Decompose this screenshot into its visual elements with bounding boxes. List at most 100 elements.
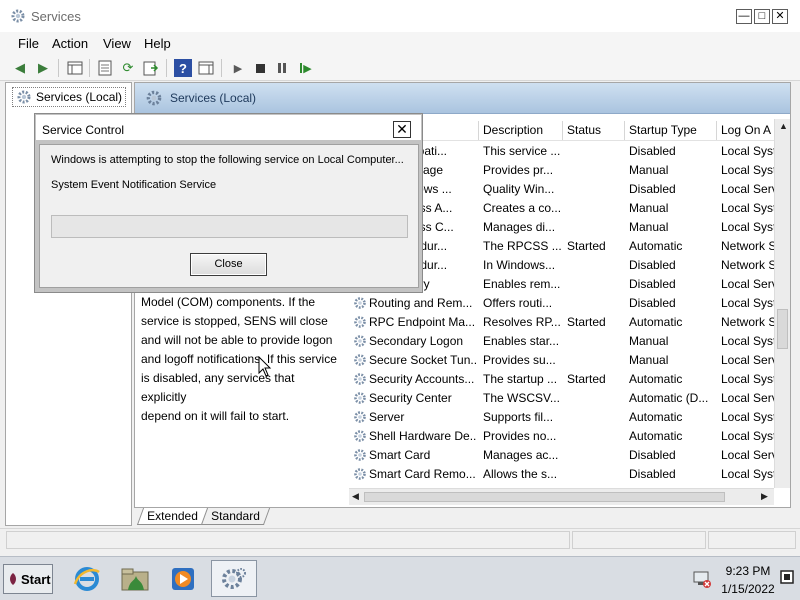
status-segment (572, 531, 706, 549)
cell-name: Shell Hardware De... (369, 429, 477, 443)
menu-bar: File Action View Help (0, 32, 800, 54)
cell-description: Creates a co... (483, 201, 562, 215)
cell-description: The startup ... (483, 372, 558, 386)
cell-name: Smart Card (369, 448, 431, 462)
cell-startup: Manual (629, 201, 669, 215)
description-line: service is stopped, SENS will close (141, 314, 328, 328)
tree-item-services-local[interactable]: Services (Local) (12, 87, 127, 107)
menu-file[interactable]: File (18, 36, 39, 51)
dialog-title: Service Control (42, 123, 125, 137)
vertical-scrollbar[interactable]: ▲ (774, 119, 790, 488)
services-icon[interactable] (211, 560, 257, 597)
title-bar[interactable]: Services — □ ✕ (0, 0, 800, 32)
cell-name: Smart Card Remo... (369, 467, 476, 481)
table-row[interactable]: Secondary Logon Enables star... Manual Loca… (349, 332, 789, 351)
window-title: Services (31, 9, 81, 24)
toolbar: ◀ ▶ ⟳ ? ▶ ▶ (0, 54, 800, 81)
restart-service-icon[interactable]: ▶ (297, 59, 315, 77)
properties-icon[interactable] (96, 59, 114, 77)
start-service-icon[interactable]: ▶ (229, 59, 247, 77)
cell-description: Allows the s... (483, 467, 558, 481)
table-row[interactable]: Shell Hardware De... Provides no... Automa… (349, 427, 789, 446)
tab-extended[interactable]: Extended (136, 508, 208, 525)
taskbar: Start 9:23 PM 1/15/2022 (0, 556, 800, 600)
stop-service-icon[interactable] (251, 59, 269, 77)
cell-startup: Automatic (D... (629, 391, 709, 405)
maximize-button[interactable]: □ (754, 9, 770, 24)
vertical-scroll-thumb[interactable] (777, 309, 788, 349)
cell-description: Provides su... (483, 353, 556, 367)
cell-description: In Windows... (483, 258, 556, 272)
horizontal-scroll-thumb[interactable] (364, 492, 725, 502)
description-line: and logoff notifications. If this servic… (141, 352, 337, 366)
show-hide-action-pane-icon[interactable] (197, 59, 215, 77)
cell-status: Started (567, 239, 606, 253)
table-row[interactable]: SNMP TrapReceives tra...DisabledLocal Se… (349, 484, 789, 487)
service-gear-icon (354, 297, 366, 309)
menu-help[interactable]: Help (144, 36, 171, 51)
scroll-up-icon[interactable]: ▲ (779, 121, 788, 131)
cell-startup: Automatic (629, 372, 683, 386)
dialog-close-button[interactable]: ✕ (393, 121, 411, 138)
cell-startup: Manual (629, 163, 669, 177)
close-dialog-button[interactable]: Close (190, 253, 267, 276)
cell-name: Server (369, 410, 405, 424)
help-icon[interactable]: ? (174, 59, 192, 77)
table-row[interactable]: Smart Card Remo... Allows the s... Disable… (349, 465, 789, 484)
export-list-icon[interactable] (142, 59, 160, 77)
dialog-body: Windows is attempting to stop the follow… (39, 144, 419, 288)
service-gear-icon (353, 486, 367, 487)
cell-startup: Automatic (629, 315, 683, 329)
service-gear-icon (354, 316, 366, 328)
network-error-icon[interactable] (692, 569, 712, 589)
cell-startup: Disabled (629, 258, 676, 272)
close-button[interactable]: ✕ (772, 9, 788, 24)
table-row[interactable]: Security Center The WSCSV... Automatic (D.… (349, 389, 789, 408)
tab-standard[interactable]: Standard (200, 508, 270, 525)
cell-description: Enables star... (483, 334, 560, 348)
show-hide-console-tree-icon[interactable] (66, 59, 84, 77)
refresh-icon[interactable]: ⟳ (119, 59, 137, 77)
dialog-title-bar[interactable]: Service Control ✕ (36, 115, 421, 140)
start-button[interactable]: Start (3, 564, 53, 594)
mouse-cursor-icon (258, 356, 272, 377)
clock-date[interactable]: 1/15/2022 (718, 582, 778, 596)
table-row[interactable]: Smart Card Manages ac... Disabled Local Ser… (349, 446, 789, 465)
service-gear-icon (354, 468, 366, 480)
column-header-status[interactable]: Status (563, 121, 625, 140)
cell-startup: Disabled (629, 467, 676, 481)
horizontal-scrollbar[interactable]: ◀ ▶ (349, 488, 774, 505)
menu-view[interactable]: View (103, 36, 131, 51)
service-control-dialog: Service Control ✕ Windows is attempting … (34, 113, 423, 293)
file-explorer-icon[interactable] (112, 560, 158, 597)
cell-startup: Manual (629, 353, 669, 367)
forward-icon[interactable]: ▶ (34, 59, 52, 77)
media-player-icon[interactable] (160, 560, 206, 597)
table-row[interactable]: RPC Endpoint Ma... Resolves RP... Started A… (349, 313, 789, 332)
clock-time[interactable]: 9:23 PM (720, 564, 776, 578)
cell-name: Security Accounts... (369, 372, 475, 386)
tab-label: Standard (211, 509, 260, 523)
cell-description: Offers routi... (483, 296, 553, 310)
internet-explorer-icon[interactable] (64, 560, 110, 597)
pause-service-icon[interactable] (273, 59, 291, 77)
column-header-description[interactable]: Description (479, 121, 563, 140)
table-row[interactable]: Secure Socket Tun... Provides su... Manual… (349, 351, 789, 370)
scroll-right-icon[interactable]: ▶ (761, 491, 768, 502)
description-line: depend on it will fail to start. (141, 409, 290, 423)
back-icon[interactable]: ◀ (11, 59, 29, 77)
show-desktop-icon[interactable] (780, 570, 794, 584)
minimize-button[interactable]: — (736, 9, 752, 24)
menu-action[interactable]: Action (52, 36, 88, 51)
table-row[interactable]: Routing and Rem... Offers routi... Disable… (349, 294, 789, 313)
column-header-startup-type[interactable]: Startup Type (625, 121, 717, 140)
gear-icon (17, 90, 31, 104)
pane-header-title: Services (Local) (170, 91, 257, 105)
tree-item-label: Services (Local) (36, 90, 123, 104)
service-gear-icon (354, 354, 366, 366)
scroll-left-icon[interactable]: ◀ (352, 491, 359, 502)
table-row[interactable]: Security Accounts... The startup ... Start… (349, 370, 789, 389)
status-bar (0, 528, 800, 550)
table-row[interactable]: Server Supports fil... Automatic Local Syst (349, 408, 789, 427)
cell-description: Supports fil... (483, 410, 554, 424)
